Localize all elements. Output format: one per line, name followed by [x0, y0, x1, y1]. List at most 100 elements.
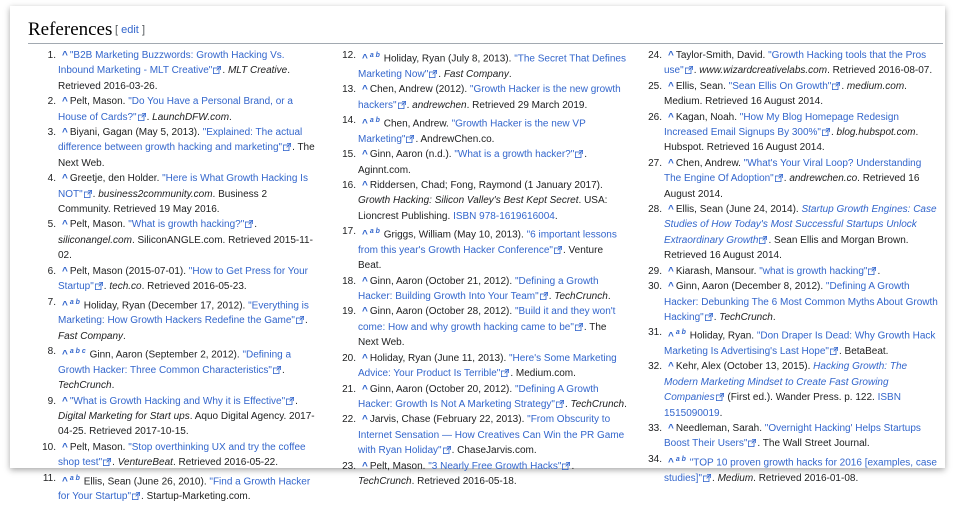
backlink-caret[interactable]: ^ — [668, 331, 674, 342]
reference-item: 19. ^ Ginn, Aaron (October 28, 2012). "Bui… — [340, 304, 627, 350]
external-link-icon — [272, 364, 281, 374]
reference-text: Riddersen, Chad; Fong, Raymond (1 Januar… — [369, 179, 603, 191]
reference-text: . The Wall Street Journal. — [757, 438, 870, 450]
reference-text: . Medium.com. — [510, 368, 576, 380]
reference-text: Biyani, Gagan (May 5, 2013). — [69, 127, 203, 139]
backlink-caret[interactable]: ^ — [668, 423, 674, 434]
backlink-letters[interactable]: a b — [70, 299, 80, 306]
reference-number: 34. — [648, 453, 662, 465]
backlink-caret[interactable]: ^ — [668, 50, 674, 61]
reference-number: 32. — [648, 361, 662, 373]
backlink-letters[interactable]: a b — [370, 52, 380, 59]
publication-name: Growth Hacking: Silicon Valley's Best Ke… — [358, 195, 579, 207]
backlink-caret[interactable]: ^ — [62, 219, 68, 230]
reference-item: 28. ^ Ellis, Sean (June 24, 2014). Startup… — [646, 202, 938, 264]
reference-text: . Retrieved 2016-05-18. — [411, 475, 517, 487]
external-link-icon — [575, 148, 584, 159]
backlink-caret[interactable]: ^ — [668, 266, 674, 277]
edit-link[interactable]: edit — [121, 24, 139, 36]
backlink-caret[interactable]: ^ — [362, 84, 368, 95]
backlink-caret[interactable]: ^ — [668, 281, 674, 292]
reference-text: (First ed.). Wander Press. p. 122. — [724, 392, 878, 404]
backlink-caret[interactable]: ^ — [362, 353, 368, 364]
backlink-caret[interactable]: ^ — [62, 396, 68, 407]
reference-number: 6. — [47, 265, 56, 277]
reference-text: . — [111, 380, 115, 392]
reference-item: 11. ^ a b Ellis, Sean (June 26, 2010). "Fi… — [40, 471, 322, 505]
backlink-caret[interactable]: ^ — [62, 266, 68, 277]
backlink-caret[interactable]: ^ — [668, 112, 674, 123]
backlink-letters[interactable]: a b — [370, 228, 380, 235]
reference-link[interactable]: "What is a growth hacker?" — [454, 149, 574, 160]
backlink-caret[interactable]: ^ — [62, 96, 68, 107]
reference-link[interactable]: "Sean Ellis On Growth" — [729, 81, 832, 92]
backlink-caret[interactable]: ^ — [62, 50, 68, 61]
reference-text: . AndrewChen.co. — [415, 133, 495, 145]
backlink-caret[interactable]: ^ — [362, 229, 368, 240]
backlink-caret[interactable]: ^ — [362, 180, 368, 191]
backlink-letters[interactable]: a b — [676, 329, 686, 336]
external-link-icon — [213, 64, 222, 75]
reference-number: 3. — [47, 127, 56, 139]
reference-text: Kiarash, Mansour. — [675, 265, 760, 277]
backlink-caret[interactable]: ^ — [668, 158, 674, 169]
backlink-caret[interactable]: ^ — [362, 461, 368, 472]
reference-number: 7. — [47, 296, 56, 308]
reference-link[interactable]: "what is growth hacking" — [759, 266, 867, 277]
backlink-letters[interactable]: a b — [370, 117, 380, 124]
reference-text: . ChaseJarvis.com. — [451, 445, 537, 457]
backlink-caret[interactable]: ^ — [362, 118, 368, 129]
reference-text: . — [304, 315, 308, 327]
external-link-icon — [501, 367, 510, 378]
backlink-letters[interactable]: a b c — [70, 348, 86, 355]
reference-text: Holiday, Ryan (June 11, 2013). — [369, 352, 509, 364]
reference-link[interactable]: ISBN 978-1619616004 — [453, 211, 555, 222]
reference-text: Chen, Andrew. — [383, 118, 452, 130]
references-column-1: 1. ^ "B2B Marketing Buzzwords: Growth Hack… — [40, 48, 322, 505]
backlink-letters[interactable]: a b — [676, 456, 686, 463]
backlink-caret[interactable]: ^ — [62, 127, 68, 138]
backlink-caret[interactable]: ^ — [362, 414, 368, 425]
reference-number: 26. — [648, 111, 662, 123]
reference-link[interactable]: "3 Nearly Free Growth Hacks" — [428, 461, 561, 472]
backlink-caret[interactable]: ^ — [362, 276, 368, 287]
reference-number: 22. — [342, 414, 356, 426]
external-link-icon — [868, 265, 877, 275]
reference-item: 7. ^ a b Holiday, Ryan (December 17, 2012)… — [40, 295, 322, 345]
backlink-caret[interactable]: ^ — [62, 349, 68, 360]
backlink-caret[interactable]: ^ — [62, 173, 68, 184]
reference-item: 24. ^ Taylor-Smith, David. "Growth Hacking… — [646, 48, 938, 79]
publication-name: tech.co — [109, 281, 142, 293]
backlink-caret[interactable]: ^ — [362, 384, 368, 395]
backlink-caret[interactable]: ^ — [668, 81, 674, 92]
reference-link[interactable]: "What is growth hacking?" — [128, 219, 244, 230]
backlink-caret[interactable]: ^ — [62, 476, 68, 487]
external-link-icon — [821, 126, 830, 137]
publication-name: Digital Marketing for Start ups — [58, 411, 190, 422]
backlink-caret[interactable]: ^ — [362, 306, 368, 317]
publication-name: medium.com — [846, 80, 905, 92]
reference-link[interactable]: "What is Growth Hacking and Why it is Ef… — [70, 396, 285, 407]
reference-item: 5. ^ Pelt, Mason. "What is growth hacking?… — [40, 217, 322, 263]
reference-text: Ginn, Aaron (October 20, 2012). — [369, 383, 515, 395]
backlink-caret[interactable]: ^ — [668, 204, 674, 215]
reference-number: 13. — [342, 84, 356, 96]
backlink-caret[interactable]: ^ — [668, 457, 674, 468]
publication-name: Fast Company — [443, 68, 509, 80]
reference-item: 14. ^ a b Chen, Andrew. "Growth Hacker is … — [340, 113, 627, 147]
backlink-caret[interactable]: ^ — [362, 149, 368, 160]
reference-item: 32. ^ Kehr, Alex (October 13, 2015). Hacki… — [646, 359, 938, 421]
backlink-caret[interactable]: ^ — [62, 300, 68, 311]
publication-name: TechCrunch — [58, 380, 112, 392]
reference-item: 33. ^ Needleman, Sarah. "Overnight Hacking… — [646, 421, 938, 452]
external-link-icon — [715, 391, 724, 402]
backlink-caret[interactable]: ^ — [668, 361, 674, 372]
publication-name: business2community.com — [98, 188, 213, 200]
reference-text: Pelt, Mason. — [369, 460, 429, 472]
backlink-caret[interactable]: ^ — [62, 442, 68, 453]
reference-number: 2. — [47, 96, 56, 108]
reference-number: 20. — [342, 352, 356, 364]
reference-text: . Startup-Marketing.com. — [141, 491, 251, 503]
reference-text: . — [229, 111, 232, 123]
backlink-caret[interactable]: ^ — [362, 53, 368, 64]
